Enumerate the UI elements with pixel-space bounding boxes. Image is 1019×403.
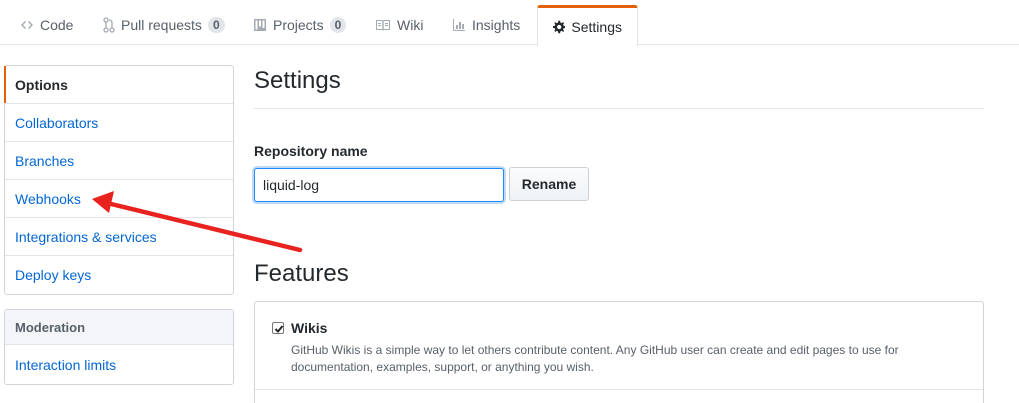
gear-icon [553,20,566,34]
feature-wikis: Wikis GitHub Wikis is a simple way to le… [255,302,983,390]
projects-counter: 0 [329,17,347,33]
features-title: Features [254,260,349,287]
repo-nav-tabs: Code Pull requests 0 Projects 0 Wiki Ins… [0,0,1019,46]
pull-requests-counter: 0 [207,17,225,33]
sidebar-item-branches[interactable]: Branches [5,142,233,180]
graph-icon [453,19,465,31]
tab-label: Code [40,17,74,33]
code-icon [21,21,33,29]
pull-request-icon [103,17,115,33]
tab-wiki[interactable]: Wiki [360,5,438,45]
tab-label: Pull requests [121,17,202,33]
tab-settings[interactable]: Settings [537,5,638,46]
sidebar-item-options[interactable]: Options [4,66,233,104]
sidebar-item-label: Branches [15,152,75,169]
feature-description: GitHub Wikis is a simple way to let othe… [291,343,899,374]
feature-name: Wikis [291,320,328,336]
sidebar-item-label: Integrations & services [15,228,157,245]
sidebar-item-label: Collaborators [15,114,99,131]
sidebar-item-label: Options [15,76,68,93]
title-divider [254,108,984,109]
sidebar-item-label: Webhooks [15,190,81,207]
sidebar-item-interaction-limits[interactable]: Interaction limits [5,345,233,384]
sidebar-item-integrations[interactable]: Integrations & services [5,218,233,256]
repository-name-label: Repository name [254,143,368,159]
tab-label: Projects [273,17,324,33]
settings-sidebar-menu: Options Collaborators Branches Webhooks … [4,65,234,295]
project-icon [254,19,266,31]
features-box: Wikis GitHub Wikis is a simple way to le… [254,301,984,403]
tab-insights[interactable]: Insights [437,5,535,45]
moderation-heading: Moderation [5,310,233,345]
moderation-sidebar-menu: Moderation Interaction limits [4,309,234,385]
sidebar-item-label: Deploy keys [15,267,92,283]
wikis-checkbox[interactable] [272,322,284,334]
sidebar-item-webhooks[interactable]: Webhooks [5,180,233,218]
tab-label: Settings [571,19,622,35]
sidebar-item-label: Interaction limits [15,356,117,373]
sidebar-item-collaborators[interactable]: Collaborators [5,104,233,142]
rename-button[interactable]: Rename [509,167,589,201]
tab-code[interactable]: Code [5,5,88,45]
sidebar-item-deploy-keys[interactable]: Deploy keys [5,256,233,294]
checkmark-icon [274,325,284,333]
tab-pull-requests[interactable]: Pull requests 0 [88,5,240,45]
book-icon [376,20,390,31]
repository-name-input[interactable] [254,168,504,202]
page-title: Settings [254,67,341,94]
tab-label: Insights [472,17,521,33]
tab-projects[interactable]: Projects 0 [238,5,361,45]
tab-label: Wiki [397,17,424,33]
